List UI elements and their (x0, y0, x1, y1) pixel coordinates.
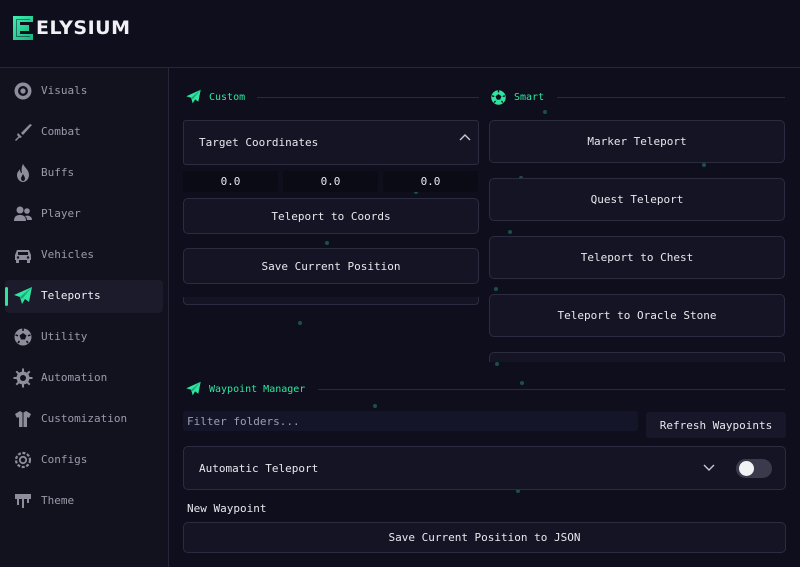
custom-section-header: Custom (185, 88, 245, 106)
sidebar-item-player[interactable]: Player (5, 198, 163, 231)
sword-icon (15, 124, 32, 141)
toggle-knob (739, 461, 754, 476)
section-divider (257, 97, 479, 98)
app-logo: ELYSIUM (12, 15, 130, 41)
target-coordinates-label: Target Coordinates (199, 136, 319, 149)
sidebar-item-combat[interactable]: Combat (5, 116, 163, 149)
sidebar-item-buffs[interactable]: Buffs (5, 157, 163, 190)
teleport-to-coords-button[interactable]: Teleport to Coords (183, 198, 479, 234)
sidebar: Visuals Combat Buffs Player Vehicles Tel… (0, 68, 169, 567)
clipped-list-item (183, 297, 479, 305)
app-title: ELYSIUM (36, 17, 131, 39)
automatic-teleport-row[interactable]: Automatic Teleport (183, 446, 786, 490)
logo-e-icon (13, 16, 33, 40)
sidebar-item-automation[interactable]: Automation (5, 362, 163, 395)
particle-dot (373, 404, 377, 408)
eye-icon (14, 82, 32, 100)
sidebar-item-utility[interactable]: Utility (5, 321, 163, 354)
soccer-ball-icon (14, 328, 32, 346)
particle-dot (325, 241, 329, 245)
particle-dot (508, 230, 512, 234)
top-bar: ELYSIUM (0, 0, 800, 68)
sidebar-item-configs[interactable]: Configs (5, 444, 163, 477)
particle-dot (495, 362, 499, 366)
sidebar-item-theme[interactable]: Theme (5, 485, 163, 518)
gear-icon (13, 368, 33, 388)
shirt-icon (15, 411, 31, 427)
marker-teleport-button[interactable]: Marker Teleport (489, 120, 785, 163)
save-current-position-button[interactable]: Save Current Position (183, 248, 479, 284)
paper-plane-icon (186, 381, 201, 396)
save-position-to-json-button[interactable]: Save Current Position to JSON (183, 522, 786, 553)
coord-x-input[interactable]: 0.0 (183, 171, 278, 192)
quest-teleport-button[interactable]: Quest Teleport (489, 178, 785, 221)
section-divider (318, 389, 785, 390)
sidebar-item-vehicles[interactable]: Vehicles (5, 239, 163, 272)
automatic-teleport-label: Automatic Teleport (199, 462, 319, 475)
coord-z-input[interactable]: 0.0 (383, 171, 478, 192)
chevron-down-icon[interactable] (703, 464, 715, 472)
clipped-smart-button[interactable] (489, 352, 785, 362)
chevron-up-icon[interactable] (459, 133, 471, 141)
section-divider (557, 97, 785, 98)
sidebar-item-visuals[interactable]: Visuals (5, 75, 163, 108)
smart-section-header: Smart (490, 88, 544, 106)
teleport-to-chest-button[interactable]: Teleport to Chest (489, 236, 785, 279)
paper-plane-icon (186, 89, 201, 104)
particle-dot (543, 110, 547, 114)
users-icon (14, 206, 32, 221)
automatic-teleport-toggle[interactable] (736, 459, 772, 478)
sidebar-item-customization[interactable]: Customization (5, 403, 163, 436)
main-panel: Custom Target Coordinates 0.0 0.0 0.0 Te… (169, 68, 800, 567)
new-waypoint-field[interactable]: New Waypoint (187, 502, 266, 515)
sidebar-item-teleports[interactable]: Teleports (5, 280, 163, 313)
paint-drip-icon (15, 494, 31, 508)
cog-icon (14, 451, 32, 469)
target-coordinates-accordion[interactable]: Target Coordinates (183, 120, 479, 165)
particle-dot (298, 321, 302, 325)
particle-dot (520, 381, 524, 385)
filter-folders-input[interactable] (183, 411, 638, 431)
active-indicator (5, 287, 8, 306)
refresh-waypoints-button[interactable]: Refresh Waypoints (646, 412, 786, 438)
teleport-to-oracle-stone-button[interactable]: Teleport to Oracle Stone (489, 294, 785, 337)
particle-dot (494, 287, 498, 291)
coord-y-input[interactable]: 0.0 (283, 171, 378, 192)
car-icon (15, 250, 31, 263)
flame-icon (17, 164, 29, 182)
soccer-ball-icon (491, 89, 506, 105)
paper-plane-icon (14, 287, 32, 304)
particle-dot (702, 163, 706, 167)
waypoint-section-header: Waypoint Manager (185, 380, 305, 398)
